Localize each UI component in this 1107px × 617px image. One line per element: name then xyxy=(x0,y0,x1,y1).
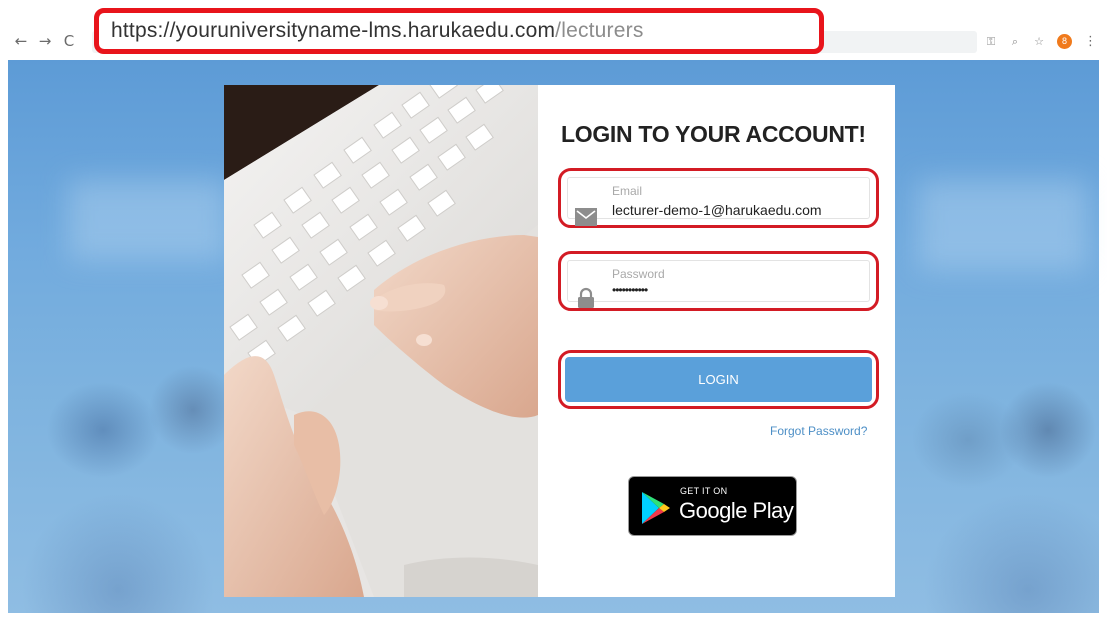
email-value: lecturer-demo-1@harukaedu.com xyxy=(612,202,822,218)
password-label: Password xyxy=(612,267,665,281)
forgot-password-link[interactable]: Forgot Password? xyxy=(770,424,867,438)
bookmark-star-icon[interactable]: ☆ xyxy=(1033,35,1045,48)
reload-icon[interactable]: C xyxy=(62,32,76,50)
email-label: Email xyxy=(612,184,643,198)
envelope-icon xyxy=(575,208,597,226)
browser-nav: ← → C xyxy=(14,32,76,50)
forward-arrow-icon[interactable]: → xyxy=(38,32,52,50)
browser-chrome: ← → C https://youruniversityname-lms.har… xyxy=(0,0,1107,60)
badge-big-text: Google Play xyxy=(679,498,794,523)
google-play-badge[interactable]: GET IT ON Google Play xyxy=(628,476,797,536)
url-host: https://youruniversityname-lms.harukaedu… xyxy=(111,19,556,42)
password-field-highlight: Password ••••••••••• xyxy=(558,251,879,311)
extension-icon[interactable]: 8 xyxy=(1057,34,1072,49)
login-form: LOGIN TO YOUR ACCOUNT! Email lecturer-de… xyxy=(224,85,895,597)
badge-small-text: GET IT ON xyxy=(680,486,728,496)
browser-toolbar: ⚿ ⌕ ☆ 8 ⋮ xyxy=(985,34,1097,49)
login-button[interactable]: LOGIN xyxy=(565,357,872,402)
address-bar[interactable]: https://youruniversityname-lms.harukaedu… xyxy=(94,8,824,54)
email-field[interactable]: Email lecturer-demo-1@harukaedu.com xyxy=(567,177,870,226)
login-button-highlight: LOGIN xyxy=(558,350,879,409)
lock-icon xyxy=(578,287,594,308)
key-icon[interactable]: ⚿ xyxy=(985,35,997,48)
google-play-logo-icon xyxy=(642,492,670,524)
back-arrow-icon[interactable]: ← xyxy=(14,32,28,50)
email-field-highlight: Email lecturer-demo-1@harukaedu.com xyxy=(558,168,879,228)
zoom-icon[interactable]: ⌕ xyxy=(1009,35,1021,48)
browser-menu-icon[interactable]: ⋮ xyxy=(1084,35,1097,48)
url-path: lecturers xyxy=(561,19,644,42)
password-value: ••••••••••• xyxy=(612,283,648,297)
login-title: LOGIN TO YOUR ACCOUNT! xyxy=(561,121,866,147)
password-field[interactable]: Password ••••••••••• xyxy=(567,260,870,308)
